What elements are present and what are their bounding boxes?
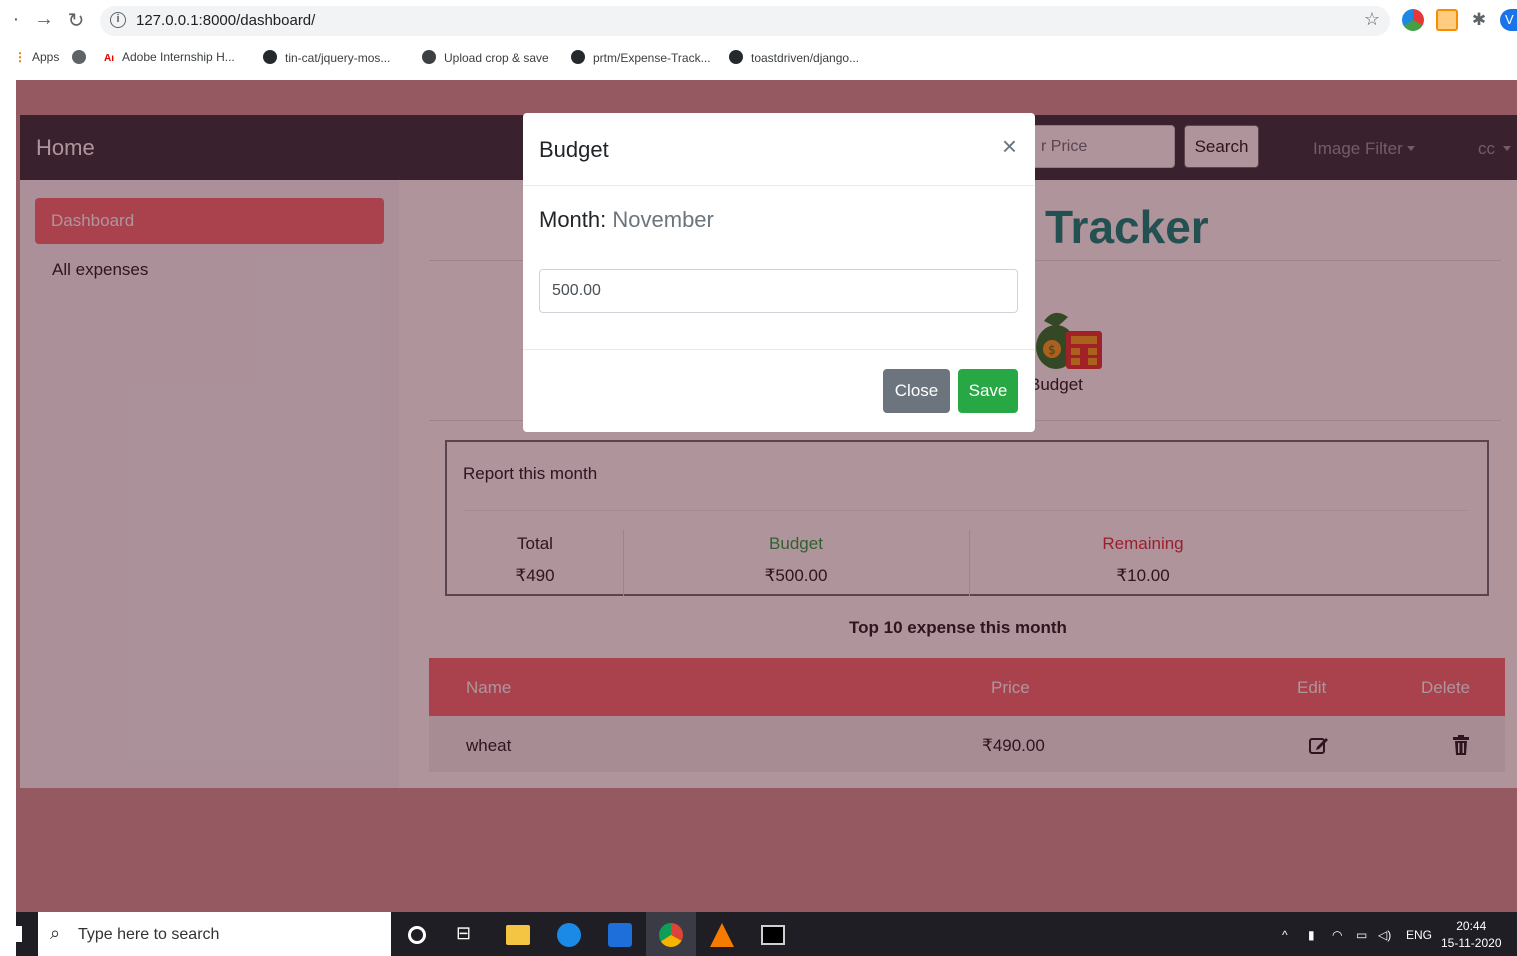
chrome-icon [659, 923, 683, 947]
info-icon[interactable]: i [110, 12, 126, 28]
close-icon[interactable]: × [1002, 133, 1017, 159]
upload-icon [422, 50, 436, 64]
start-icon[interactable] [16, 926, 22, 942]
github-icon [729, 50, 743, 64]
bookmarks-bar: ⋮ Apps Aı Adobe Internship H... tin-cat/jq… [0, 42, 1517, 74]
microphone-icon[interactable]: ▮ [1308, 928, 1315, 942]
bookmark-jquery[interactable]: tin-cat/jquery-mos... [263, 50, 390, 65]
bookmark-expense-tracker[interactable]: prtm/Expense-Track... [571, 50, 711, 65]
modal-title: Budget [539, 137, 609, 162]
bookmark-upload[interactable]: Upload crop & save [422, 50, 549, 65]
extension-icon[interactable] [1436, 9, 1458, 31]
edge-icon[interactable] [557, 923, 581, 947]
month-label: Month: November [539, 207, 714, 232]
wifi-icon[interactable]: ◠ [1332, 928, 1342, 942]
store-icon[interactable] [608, 923, 632, 947]
battery-icon[interactable]: ▭ [1356, 928, 1367, 942]
month-value: November [612, 207, 714, 232]
task-view-icon[interactable]: ⊟ [456, 923, 480, 947]
star-icon[interactable]: ☆ [1364, 9, 1380, 30]
terminal-icon[interactable] [761, 925, 785, 945]
taskbar-search-placeholder: Type here to search [78, 926, 220, 943]
back-arrow-icon[interactable]: · [4, 8, 28, 31]
chrome-active-tile[interactable] [646, 912, 696, 956]
clock-time: 20:44 [1456, 919, 1487, 933]
bookmark-apps[interactable]: ⋮ Apps [14, 50, 59, 64]
windows-taskbar: ⌕ Type here to search ⊟ ^ ▮ ◠ ▭ ◁) ENG 2… [16, 912, 1517, 956]
url-text: 127.0.0.1:8000/dashboard/ [136, 12, 316, 29]
modal-header: Budget × [523, 113, 1035, 186]
language-indicator[interactable]: ENG [1406, 928, 1432, 942]
address-bar[interactable]: i 127.0.0.1:8000/dashboard/ ☆ [100, 6, 1390, 36]
volume-icon[interactable]: ◁) [1378, 928, 1391, 942]
vlc-icon[interactable] [710, 923, 734, 947]
bookmark-globe[interactable] [72, 50, 94, 65]
bookmark-django[interactable]: toastdriven/django... [729, 50, 859, 65]
browser-toolbar: · → ↻ i 127.0.0.1:8000/dashboard/ ☆ ✱ V [0, 0, 1517, 40]
adobe-icon: Aı [104, 53, 114, 64]
github-icon [571, 50, 585, 64]
budget-amount-input[interactable]: 500.00 [539, 269, 1018, 313]
save-button[interactable]: Save [958, 369, 1018, 413]
search-icon: ⌕ [50, 923, 61, 943]
reload-icon[interactable]: ↻ [64, 8, 88, 33]
page-content: Home r Price Search Image Filter cc Dash… [16, 80, 1517, 912]
bookmark-adobe[interactable]: Aı Adobe Internship H... [104, 50, 235, 64]
clock-date: 15-11-2020 [1441, 936, 1502, 950]
budget-modal: Budget × Month: November 500.00 Close Sa… [523, 113, 1035, 432]
close-button[interactable]: Close [883, 369, 950, 413]
taskbar-clock[interactable]: 20:44 15-11-2020 [1441, 918, 1502, 952]
cortana-icon[interactable] [408, 926, 426, 944]
profile-avatar[interactable]: V [1500, 9, 1517, 31]
tray-chevron-icon[interactable]: ^ [1282, 928, 1288, 942]
divider [523, 349, 1035, 350]
taskbar-search[interactable]: ⌕ Type here to search [38, 912, 391, 956]
globe-icon [72, 50, 86, 64]
forward-arrow-icon[interactable]: → [32, 8, 56, 31]
file-explorer-icon[interactable] [506, 925, 530, 945]
puzzle-icon[interactable]: ✱ [1468, 9, 1490, 31]
github-icon [263, 50, 277, 64]
color-extension-icon[interactable] [1402, 9, 1424, 31]
